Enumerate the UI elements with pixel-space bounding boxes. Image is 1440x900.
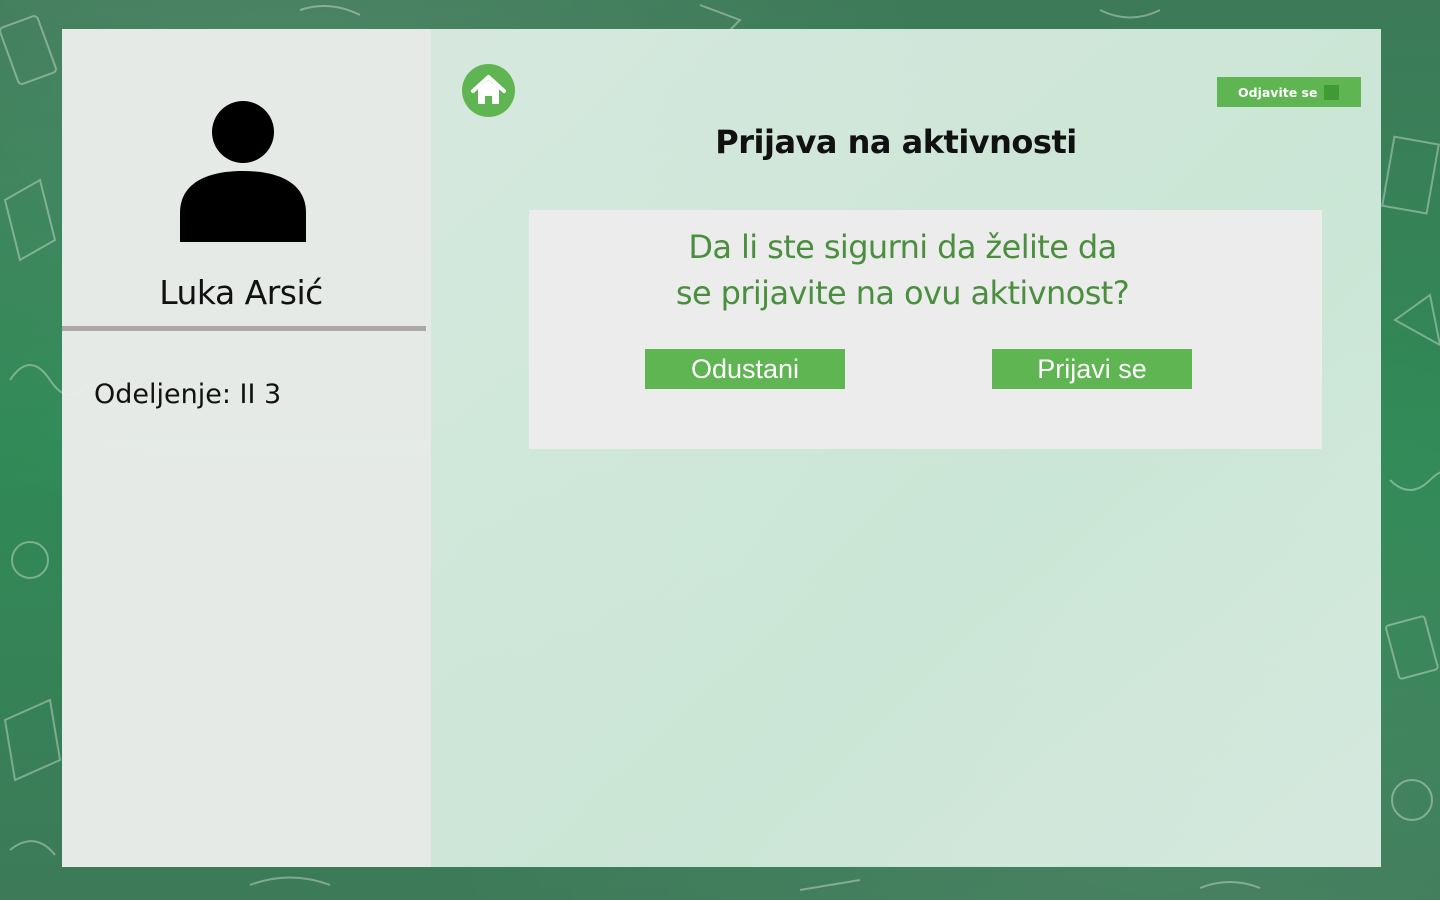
user-icon <box>180 101 306 242</box>
dialog-question-line2: se prijavite na ovu aktivnost? <box>675 274 1130 312</box>
sidebar: Luka Arsić Odeljenje: II 3 <box>62 29 431 867</box>
app-frame: Luka Arsić Odeljenje: II 3 Prijava na ak… <box>62 29 1381 867</box>
home-button[interactable] <box>462 64 515 117</box>
sidebar-divider <box>62 326 426 331</box>
main-panel: Prijava na aktivnosti Odjavite se Da li … <box>431 29 1381 867</box>
logout-label: Odjavite se <box>1238 84 1318 100</box>
dialog-question: Da li ste sigurni da želite da se prijav… <box>529 224 1276 316</box>
home-icon <box>471 75 506 104</box>
user-name: Luka Arsić <box>159 273 323 312</box>
confirm-signup-button[interactable]: Prijavi se <box>992 349 1192 389</box>
logout-button[interactable]: Odjavite se <box>1217 77 1361 107</box>
dialog-question-line1: Da li ste sigurni da želite da <box>688 228 1117 266</box>
page-title: Prijava na aktivnosti <box>715 123 1077 162</box>
cancel-button[interactable]: Odustani <box>645 349 845 389</box>
logout-icon <box>1324 85 1339 100</box>
confirm-dialog: Da li ste sigurni da želite da se prijav… <box>529 210 1322 449</box>
class-info: Odeljenje: II 3 <box>94 379 282 410</box>
